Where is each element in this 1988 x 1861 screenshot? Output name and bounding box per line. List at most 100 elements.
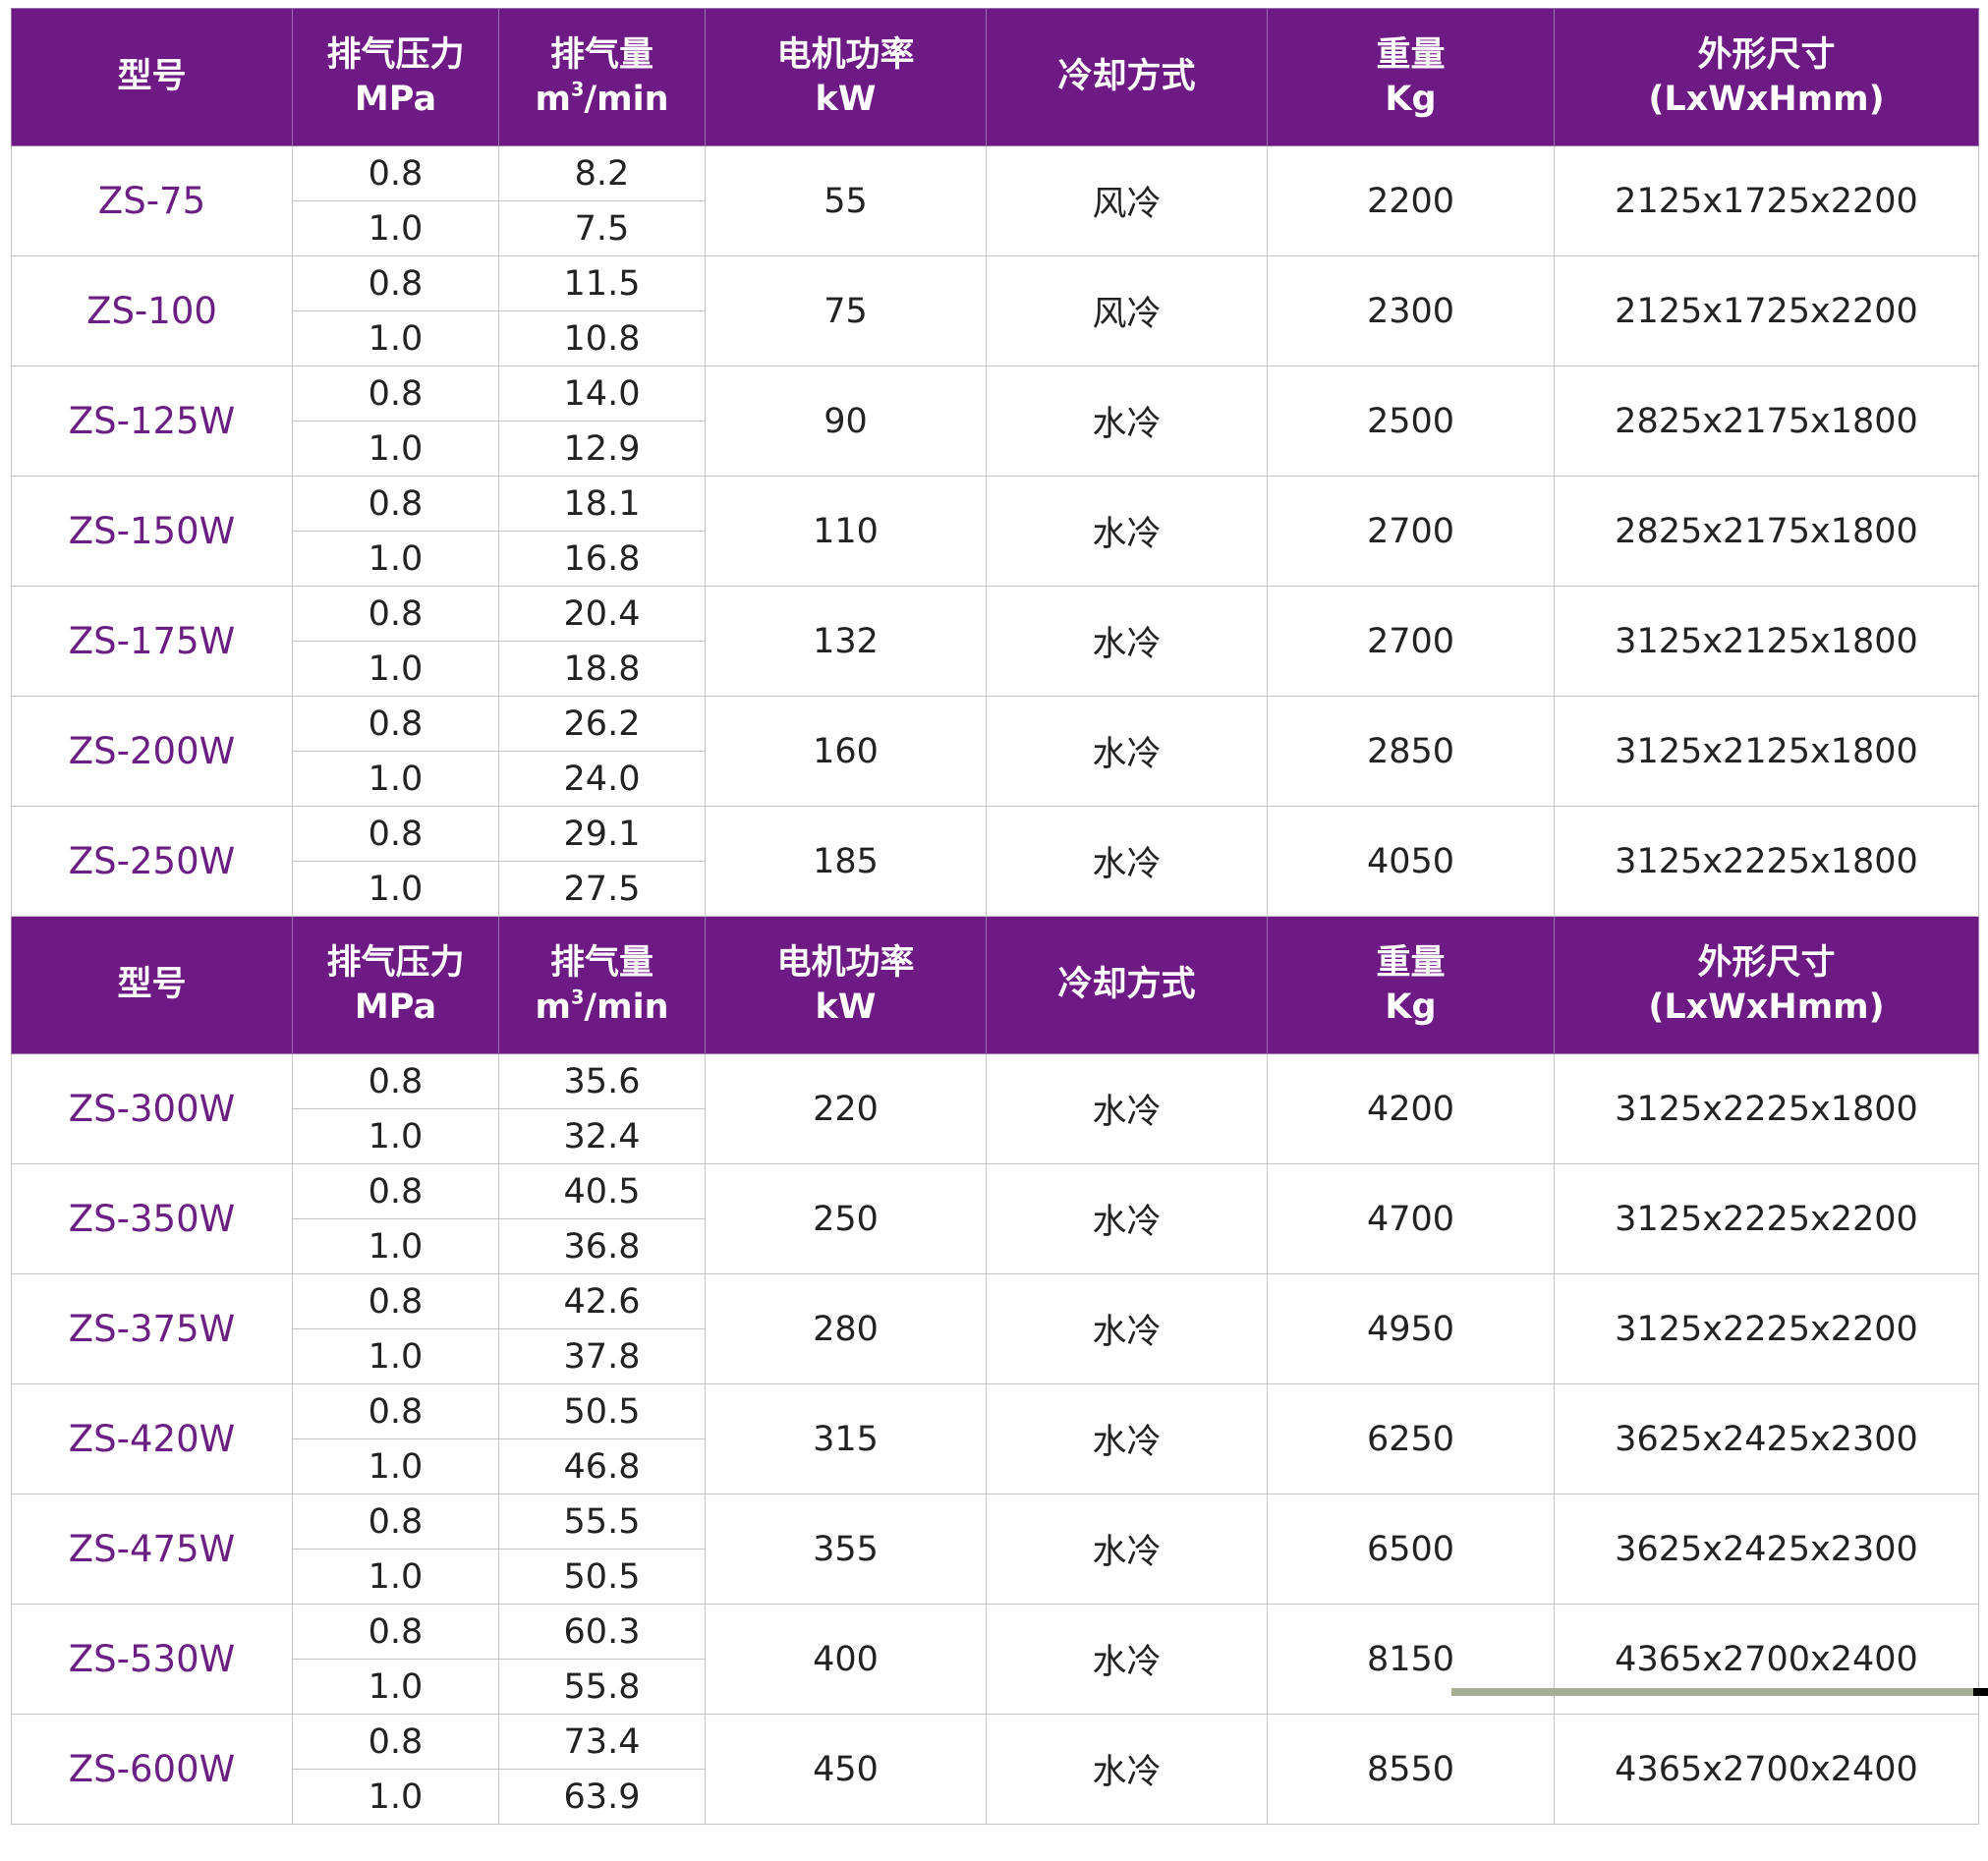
weight-cell: 2850	[1267, 696, 1555, 807]
header-weight: 重量 Kg	[1267, 916, 1555, 1054]
power-cell: 400	[705, 1604, 987, 1715]
flow-cell: 42.6	[498, 1273, 706, 1329]
pressure-cell: 1.0	[292, 1549, 499, 1605]
flow-cell: 16.8	[498, 531, 706, 587]
weight-cell: 2300	[1267, 255, 1555, 367]
power-cell: 132	[705, 586, 987, 697]
flow-cell: 55.8	[498, 1659, 706, 1715]
pressure-cell: 0.8	[292, 476, 499, 532]
pressure-cell: 0.8	[292, 806, 499, 862]
flow-cell: 18.8	[498, 641, 706, 697]
weight-cell: 2700	[1267, 476, 1555, 587]
cooling-cell: 风冷	[986, 255, 1268, 367]
table-row: ZS-350W 0.8 40.5 250 水冷 4700 3125x2225x2200	[11, 1163, 1979, 1274]
weight-cell: 6250	[1267, 1383, 1555, 1494]
cooling-cell: 水冷	[986, 1714, 1268, 1825]
dimensions-cell: 2125x1725x2200	[1554, 255, 1979, 367]
power-cell: 280	[705, 1273, 987, 1384]
dimensions-cell: 3125x2225x1800	[1554, 1053, 1979, 1164]
flow-cell: 24.0	[498, 751, 706, 807]
flow-cell: 46.8	[498, 1438, 706, 1494]
table-row: ZS-100 0.8 11.5 75 风冷 2300 2125x1725x2200	[11, 255, 1979, 367]
table-row: ZS-375W 0.8 42.6 280 水冷 4950 3125x2225x2200	[11, 1273, 1979, 1384]
header-dimensions-label: 外形尺寸	[1697, 942, 1836, 983]
header-pressure: 排气压力 MPa	[292, 916, 499, 1054]
dimensions-cell: 3125x2125x1800	[1554, 696, 1979, 807]
power-cell: 185	[705, 806, 987, 917]
header-pressure-unit: MPa	[354, 987, 437, 1027]
header-flow-unit-rest: /min	[584, 79, 669, 119]
header-pressure-unit: MPa	[354, 79, 437, 119]
power-cell: 315	[705, 1383, 987, 1494]
header-power: 电机功率 kW	[705, 8, 987, 146]
table-row: ZS-125W 0.8 14.0 90 水冷 2500 2825x2175x1800	[11, 366, 1979, 477]
flow-cell: 20.4	[498, 586, 706, 642]
cooling-cell: 水冷	[986, 1163, 1268, 1274]
cooling-cell: 水冷	[986, 696, 1268, 807]
flow-cell: 40.5	[498, 1163, 706, 1219]
cooling-cell: 水冷	[986, 806, 1268, 917]
pressure-cell: 1.0	[292, 200, 499, 256]
pressure-cell: 0.8	[292, 1163, 499, 1219]
cooling-cell: 水冷	[986, 1273, 1268, 1384]
header-weight-unit: Kg	[1385, 79, 1437, 119]
cooling-cell: 水冷	[986, 1383, 1268, 1494]
model-cell: ZS-75	[11, 145, 293, 256]
model-cell: ZS-175W	[11, 586, 293, 697]
dimensions-cell: 2125x1725x2200	[1554, 145, 1979, 256]
header-pressure-label: 排气压力	[326, 942, 465, 983]
dimensions-cell: 3625x2425x2300	[1554, 1494, 1979, 1605]
weight-cell: 4950	[1267, 1273, 1555, 1384]
power-cell: 450	[705, 1714, 987, 1825]
table-row: ZS-150W 0.8 18.1 110 水冷 2700 2825x2175x1800	[11, 476, 1979, 587]
model-cell: ZS-350W	[11, 1163, 293, 1274]
header-model: 型号	[11, 916, 293, 1054]
flow-cell: 11.5	[498, 255, 706, 311]
dimensions-cell: 4365x2700x2400	[1554, 1604, 1979, 1715]
header-power-label: 电机功率	[776, 34, 915, 75]
header-flow-label: 排气量	[549, 34, 653, 75]
cooling-cell: 水冷	[986, 1494, 1268, 1605]
weight-cell: 2200	[1267, 145, 1555, 256]
header-flow-unit-base: m	[535, 79, 571, 119]
table-row: ZS-420W 0.8 50.5 315 水冷 6250 3625x2425x2300	[11, 1383, 1979, 1494]
weight-cell: 4200	[1267, 1053, 1555, 1164]
header-cooling: 冷却方式	[986, 8, 1268, 146]
header-power-unit: kW	[815, 79, 877, 119]
flow-cell: 26.2	[498, 696, 706, 752]
spec-table: 型号 排气压力 MPa 排气量 m3/min 电机功率 kW 冷却方式 重量 Kg 外形尺寸 (LxW…	[11, 8, 1979, 1825]
pressure-cell: 1.0	[292, 1218, 499, 1274]
flow-cell: 37.8	[498, 1328, 706, 1384]
flow-cell: 12.9	[498, 421, 706, 477]
model-cell: ZS-530W	[11, 1604, 293, 1715]
cooling-cell: 水冷	[986, 586, 1268, 697]
weight-cell: 2700	[1267, 586, 1555, 697]
pressure-cell: 1.0	[292, 310, 499, 367]
cooling-cell: 水冷	[986, 476, 1268, 587]
flow-cell: 8.2	[498, 145, 706, 201]
table-body: 型号 排气压力 MPa 排气量 m3/min 电机功率 kW 冷却方式 重量 Kg 外形尺寸 (LxW…	[11, 8, 1979, 1825]
flow-cell: 29.1	[498, 806, 706, 862]
pressure-cell: 1.0	[292, 861, 499, 917]
pressure-cell: 1.0	[292, 1328, 499, 1384]
header-dimensions-unit: (LxWxHmm)	[1648, 987, 1885, 1027]
strike-line-end	[1973, 1688, 1988, 1696]
pressure-cell: 1.0	[292, 1769, 499, 1825]
header-weight-label: 重量	[1376, 942, 1446, 983]
header-row: 型号 排气压力 MPa 排气量 m3/min 电机功率 kW 冷却方式 重量 Kg 外形尺寸 (LxW…	[11, 8, 1979, 146]
header-model-label: 型号	[117, 57, 187, 97]
weight-cell: 6500	[1267, 1494, 1555, 1605]
flow-cell: 36.8	[498, 1218, 706, 1274]
flow-cell: 63.9	[498, 1769, 706, 1825]
header-weight-unit: Kg	[1385, 987, 1437, 1027]
pressure-cell: 1.0	[292, 1108, 499, 1164]
table-row: ZS-530W 0.8 60.3 400 水冷 8150 4365x2700x2400	[11, 1604, 1979, 1715]
header-cooling-label: 冷却方式	[1057, 57, 1196, 97]
header-flow-unit: m3/min	[500, 986, 705, 1030]
header-cooling-label: 冷却方式	[1057, 965, 1196, 1005]
table-row: ZS-200W 0.8 26.2 160 水冷 2850 3125x2125x1800	[11, 696, 1979, 807]
power-cell: 250	[705, 1163, 987, 1274]
pressure-cell: 0.8	[292, 586, 499, 642]
dimensions-cell: 3125x2225x1800	[1554, 806, 1979, 917]
pressure-cell: 0.8	[292, 255, 499, 311]
